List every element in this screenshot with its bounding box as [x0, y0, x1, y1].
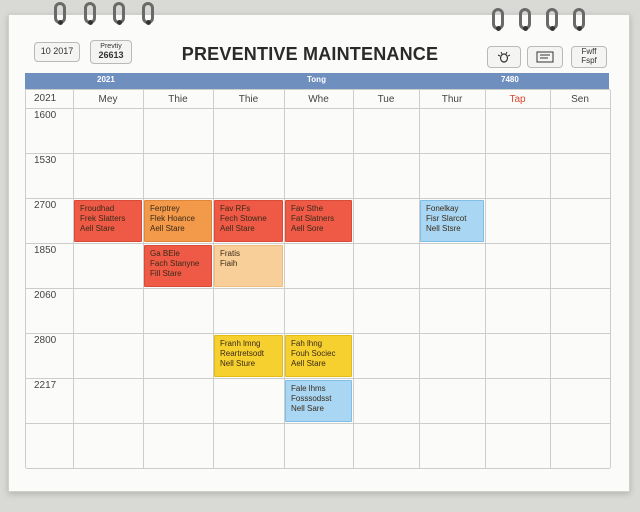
event-text: Aell Stare: [220, 224, 255, 233]
maintenance-event[interactable]: Ferptrey Flek Hoance Aell Stare: [144, 200, 212, 242]
bug-button[interactable]: [487, 46, 521, 68]
settings-button[interactable]: Fwff Fspf: [571, 46, 607, 68]
schedule-button-bottom: 26613: [98, 49, 124, 60]
event-text: Reartretsodt: [220, 349, 265, 358]
date-button[interactable]: 10 2017: [34, 42, 80, 62]
grid-column-line: [353, 90, 354, 468]
event-text: Aell Stare: [150, 224, 185, 233]
event-text: Fav RFs: [220, 204, 251, 213]
event-text: Fav Sthe: [291, 204, 324, 213]
bug-icon: [497, 51, 511, 63]
grid-column-line: [550, 90, 551, 468]
maintenance-event[interactable]: Fav RFs Fech Stowne Aell Stare: [214, 200, 283, 242]
time-label: 2700: [34, 200, 57, 211]
list-button[interactable]: [527, 46, 563, 68]
event-text: Fat Slatners: [291, 214, 335, 223]
week-bar: 2021 Tong 7480: [25, 73, 609, 89]
maintenance-event[interactable]: Froudhad Frek Slatters Aell Stare: [74, 200, 142, 242]
binder-ring-icon: [492, 8, 504, 31]
grid-row-line: [26, 243, 610, 244]
event-text: Nell Sture: [220, 359, 256, 368]
event-text: Fisr Slarcot: [426, 214, 467, 223]
day-header: Mey: [98, 94, 118, 105]
grid-row-line: [26, 153, 610, 154]
maintenance-event[interactable]: Ga BEle Fach Stanyne Fill Stare: [144, 245, 212, 287]
grid-column-line: [73, 90, 74, 468]
binder-ring-icon: [113, 2, 125, 25]
event-text: Nell Sare: [291, 404, 324, 413]
maintenance-event[interactable]: Fale lhms Fosssodsst Nell Sare: [285, 380, 352, 422]
event-text: Fale lhms: [291, 384, 326, 393]
binder-ring-icon: [54, 2, 66, 25]
event-text: Fonelkay: [426, 204, 459, 213]
grid-row-line: [26, 288, 610, 289]
maintenance-event[interactable]: Fonelkay Fisr Slarcot Nell Stsre: [420, 200, 484, 242]
binder-ring-icon: [84, 2, 96, 25]
event-text: Fiaih: [220, 259, 238, 268]
binder-ring-icon: [519, 8, 531, 31]
time-label: 2217: [34, 380, 57, 391]
binder-ring-icon: [546, 8, 558, 31]
list-icon: [536, 51, 554, 63]
event-text: Franh lmng: [220, 339, 261, 348]
grid-row-line: [26, 198, 610, 199]
day-header: Sen: [571, 94, 589, 105]
day-header: Whe: [308, 94, 329, 105]
time-label: 2800: [34, 335, 57, 346]
event-text: Fratis: [220, 249, 240, 258]
calendar-grid: 2021 Mey Thie Thie Whe Tue Thur Tap Sen 1600 1530…: [25, 89, 611, 469]
day-header: Thie: [238, 94, 259, 105]
settings-button-label: Fwff Fspf: [581, 47, 597, 65]
binder-ring-icon: [573, 8, 585, 31]
event-text: Aell Sore: [291, 224, 324, 233]
event-text: Fouh Sociec: [291, 349, 336, 358]
event-text: Froudhad: [80, 204, 115, 213]
maintenance-event[interactable]: Fav Sthe Fat Slatners Aell Sore: [285, 200, 352, 242]
bar-label-3: 7480: [501, 75, 519, 84]
event-text: Fach Stanyne: [150, 259, 200, 268]
grid-row-line: [26, 333, 610, 334]
bar-label-2: Tong: [307, 75, 326, 84]
grid-column-line: [610, 90, 611, 468]
day-header: Thie: [168, 94, 188, 105]
event-text: Flek Hoance: [150, 214, 195, 223]
event-text: Fech Stowne: [220, 214, 267, 223]
day-header: Thur: [441, 94, 463, 105]
bar-label-1: 2021: [97, 75, 115, 84]
maintenance-event[interactable]: Fratis Fiaih: [214, 245, 283, 287]
grid-row-line: [26, 108, 610, 109]
event-text: Fosssodsst: [291, 394, 332, 403]
time-label: 2060: [34, 290, 57, 301]
event-text: Nell Stsre: [426, 224, 461, 233]
grid-column-line: [485, 90, 486, 468]
schedule-button[interactable]: Prevtiy 26613: [90, 40, 132, 64]
event-text: Fah lhng: [291, 339, 323, 348]
maintenance-event[interactable]: Fah lhng Fouh Sociec Aell Stare: [285, 335, 352, 377]
grid-row-line: [26, 378, 610, 379]
event-text: Ferptrey: [150, 204, 180, 213]
grid-column-line: [419, 90, 420, 468]
date-button-label: 10 2017: [40, 46, 74, 57]
event-text: Aell Stare: [80, 224, 115, 233]
time-label: 1600: [34, 110, 57, 121]
grid-row-line: [26, 423, 610, 424]
page-title: PREVENTIVE MAINTENANCE: [181, 44, 439, 64]
grid-row-line: [26, 468, 610, 469]
event-text: Fill Stare: [150, 269, 182, 278]
event-text: Ga BEle: [150, 249, 180, 258]
event-text: Frek Slatters: [80, 214, 126, 223]
maintenance-event[interactable]: Franh lmng Reartretsodt Nell Sture: [214, 335, 283, 377]
binder-ring-icon: [142, 2, 154, 25]
event-text: Aell Stare: [291, 359, 326, 368]
corner-label: 2021: [34, 93, 57, 104]
day-header: Tue: [377, 94, 395, 105]
day-header: Tap: [509, 94, 526, 105]
time-label: 1530: [34, 155, 57, 166]
time-label: 1850: [34, 245, 57, 256]
